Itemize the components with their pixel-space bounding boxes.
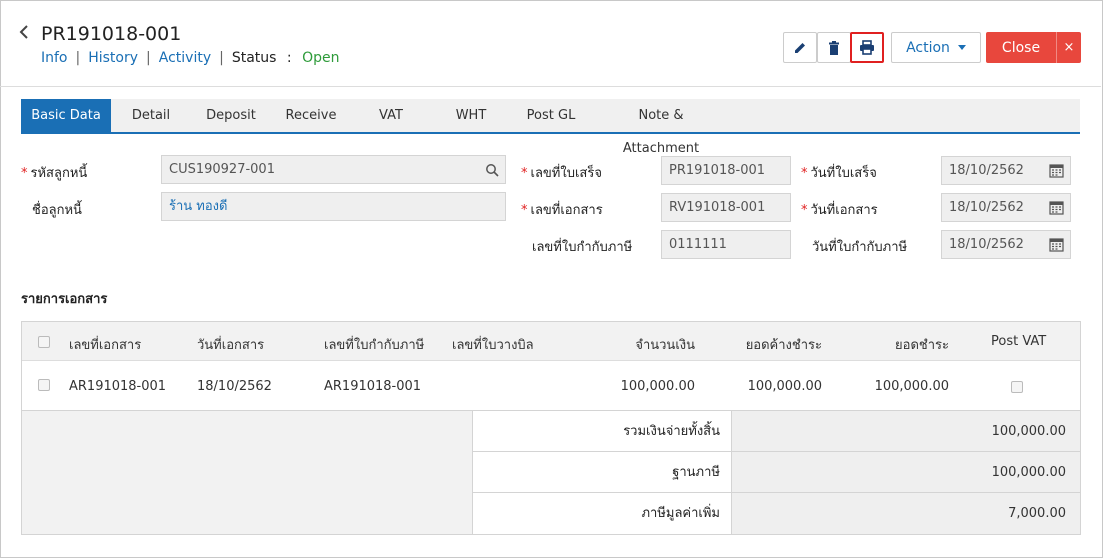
cell-doc-date: 18/10/2562: [197, 379, 272, 394]
history-link[interactable]: History: [88, 50, 138, 66]
summary-row-vat: ภาษีมูลค่าเพิ่ม 7,000.00: [473, 493, 1080, 534]
cell-paid: 100,000.00: [874, 379, 949, 394]
delete-button[interactable]: [817, 32, 851, 63]
edit-button[interactable]: [783, 32, 817, 63]
tax-invoice-date-label: วันที่ใบกำกับภาษี: [812, 240, 908, 255]
summary-row-tax-base: ฐานภาษี 100,000.00: [473, 452, 1080, 493]
col-doc-no[interactable]: เลขที่เอกสาร: [69, 334, 141, 355]
calendar-icon[interactable]: [1049, 237, 1064, 252]
tab-basic-data[interactable]: Basic Data: [21, 99, 111, 132]
doc-no-label: * เลขที่เอกสาร: [521, 203, 603, 218]
tab-deposit[interactable]: Deposit: [201, 99, 261, 132]
page-title: PR191018-001: [41, 23, 182, 45]
header-links: Info | History | Activity | Status : Open: [41, 50, 339, 66]
cell-outstanding: 100,000.00: [747, 379, 822, 394]
customer-name-field[interactable]: ร้าน ทองดี: [161, 192, 506, 221]
select-all-checkbox[interactable]: [38, 336, 50, 348]
receipt-date-label: * วันที่ใบเสร็จ: [801, 166, 877, 181]
trash-icon: [829, 40, 839, 55]
cell-amount: 100,000.00: [620, 379, 695, 394]
col-paid[interactable]: ยอดชำระ: [895, 334, 949, 355]
tab-vat[interactable]: VAT: [361, 99, 421, 132]
customer-code-label: * รหัสลูกหนี้: [21, 166, 88, 181]
caret-down-icon: [957, 45, 966, 50]
summary-panel: รวมเงินจ่ายทั้งสิ้น 100,000.00 ฐานภาษี 1…: [21, 411, 1081, 535]
activity-link[interactable]: Activity: [159, 50, 211, 66]
close-button[interactable]: Close: [986, 32, 1056, 63]
col-tax-invoice-no[interactable]: เลขที่ใบกำกับภาษี: [324, 334, 424, 355]
col-outstanding[interactable]: ยอดค้างชำระ: [746, 334, 822, 355]
receipt-no-field[interactable]: PR191018-001: [661, 156, 791, 185]
tab-bar: Basic Data Detail Deposit Receive VAT WH…: [21, 99, 1080, 156]
receipt-no-label: * เลขที่ใบเสร็จ: [521, 166, 602, 181]
tab-receive[interactable]: Receive: [281, 99, 341, 132]
col-doc-date[interactable]: วันที่เอกสาร: [197, 334, 264, 355]
pencil-icon: [795, 42, 805, 53]
doc-no-field[interactable]: RV191018-001: [661, 193, 791, 222]
info-link[interactable]: Info: [41, 50, 68, 66]
search-icon[interactable]: [485, 163, 499, 177]
summary-blank: [22, 411, 473, 534]
tab-wht[interactable]: WHT: [441, 99, 501, 132]
close-x-button[interactable]: ×: [1056, 32, 1081, 63]
row-checkbox[interactable]: [38, 379, 50, 391]
back-icon[interactable]: [18, 24, 30, 45]
col-amount[interactable]: จำนวนเงิน: [635, 334, 695, 355]
doc-date-label: * วันที่เอกสาร: [801, 203, 878, 218]
separator: |: [219, 50, 224, 66]
summary-row-total: รวมเงินจ่ายทั้งสิ้น 100,000.00: [473, 411, 1080, 452]
summary-value: 100,000.00: [732, 452, 1080, 492]
col-post-vat[interactable]: Post VAT: [991, 334, 1046, 349]
summary-label: ภาษีมูลค่าเพิ่ม: [473, 493, 732, 534]
action-dropdown[interactable]: Action: [891, 32, 981, 63]
print-button[interactable]: [850, 32, 884, 63]
cell-tax-invoice-no: AR191018-001: [324, 379, 422, 394]
status-label: Status: [231, 50, 277, 66]
summary-label: รวมเงินจ่ายทั้งสิ้น: [473, 411, 732, 451]
tab-detail[interactable]: Detail: [121, 99, 181, 132]
header-divider: [0, 86, 1101, 87]
receipt-date-field[interactable]: 18/10/2562: [941, 156, 1071, 185]
tab-post-gl[interactable]: Post GL: [521, 99, 581, 132]
summary-label: ฐานภาษี: [473, 452, 732, 492]
status-value: Open: [302, 50, 340, 66]
summary-value: 7,000.00: [732, 493, 1080, 534]
customer-name-label: ชื่อลูกหนี้: [32, 203, 82, 218]
tax-invoice-date-field[interactable]: 18/10/2562: [941, 230, 1071, 259]
action-label: Action: [906, 39, 950, 56]
tax-invoice-no-field[interactable]: 0111111: [661, 230, 791, 259]
table-header: เลขที่เอกสาร วันที่เอกสาร เลขที่ใบกำกับภ…: [22, 322, 1080, 361]
separator: |: [146, 50, 151, 66]
doc-date-field[interactable]: 18/10/2562: [941, 193, 1071, 222]
documents-table: เลขที่เอกสาร วันที่เอกสาร เลขที่ใบกำกับภ…: [21, 321, 1081, 411]
col-bill-no[interactable]: เลขที่ใบวางบิล: [452, 334, 534, 355]
summary-value: 100,000.00: [732, 411, 1080, 451]
calendar-icon[interactable]: [1049, 200, 1064, 215]
cell-doc-no: AR191018-001: [69, 379, 167, 394]
tax-invoice-no-label: เลขที่ใบกำกับภาษี: [532, 240, 633, 255]
tab-note-attachment[interactable]: Note & Attachment: [601, 99, 721, 156]
separator: |: [75, 50, 81, 66]
status-colon: :: [286, 50, 292, 66]
calendar-icon[interactable]: [1049, 163, 1064, 178]
printer-icon: [860, 40, 874, 55]
section-title: รายการเอกสาร: [21, 292, 108, 307]
post-vat-checkbox[interactable]: [1011, 381, 1023, 393]
customer-code-field[interactable]: CUS190927-001: [161, 155, 506, 184]
